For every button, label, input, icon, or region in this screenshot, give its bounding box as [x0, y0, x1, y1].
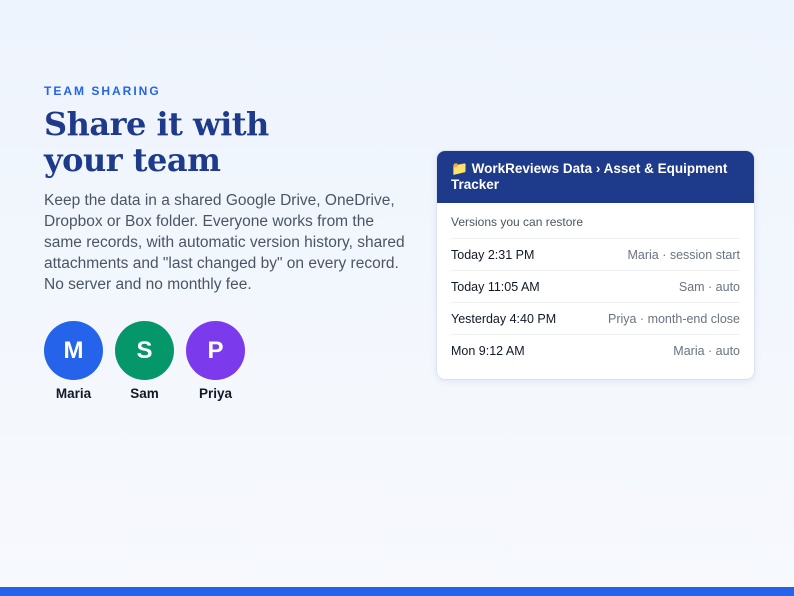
version-row[interactable]: Today 2:31 PM Maria · session start: [451, 239, 740, 271]
section-eyebrow: TEAM SHARING: [44, 84, 161, 98]
card-header: 📁 WorkReviews Data › Asset & Equipment T…: [437, 151, 754, 203]
version-time: Today 11:05 AM: [451, 279, 540, 294]
avatar-name: Sam: [130, 386, 159, 401]
avatar-item-priya: P Priya: [186, 321, 245, 401]
avatar-name: Maria: [55, 386, 92, 401]
version-history-card: 📁 WorkReviews Data › Asset & Equipment T…: [437, 151, 754, 379]
card-header-title: WorkReviews Data › Asset & Equipment Tra…: [451, 161, 728, 192]
version-row[interactable]: Today 11:05 AM Sam · auto: [451, 271, 740, 303]
team-sharing-section: TEAM SHARING Share it with your team Kee…: [44, 84, 414, 295]
version-author: Sam · auto: [678, 279, 740, 294]
avatar-item-sam: S Sam: [115, 321, 174, 401]
avatar-name: Priya: [198, 386, 233, 401]
version-time: Mon 9:12 AM: [451, 344, 525, 358]
version-time: Yesterday 4:40 PM: [451, 311, 557, 326]
card-body: Versions you can restore Today 2:31 PM M…: [437, 203, 754, 367]
avatar: M: [44, 321, 103, 380]
avatar: P: [186, 321, 245, 380]
avatar: S: [115, 321, 174, 380]
version-author: Maria · auto: [673, 344, 740, 358]
card-subtitle: Versions you can restore: [451, 215, 740, 239]
section-description: Keep the data in a shared Google Drive, …: [44, 192, 405, 293]
version-row[interactable]: Mon 9:12 AM Maria · auto: [451, 335, 740, 367]
bottom-accent-bar: [0, 587, 794, 596]
folder-icon: 📁: [451, 161, 468, 176]
version-author: Priya · month-end close: [607, 311, 740, 326]
avatar-item-maria: M Maria: [44, 321, 103, 401]
section-title: Share it with your team: [44, 105, 269, 179]
team-avatars: M Maria S Sam P Priya: [44, 321, 245, 401]
version-row[interactable]: Yesterday 4:40 PM Priya · month-end clos…: [451, 303, 740, 335]
version-time: Today 2:31 PM: [451, 247, 535, 262]
version-author: Maria · session start: [627, 247, 740, 262]
